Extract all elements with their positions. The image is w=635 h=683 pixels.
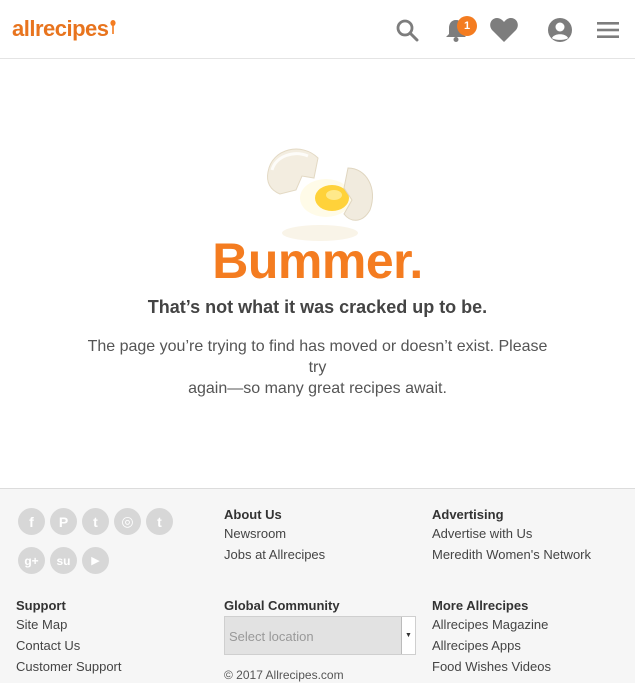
stumbleupon-icon[interactable]: su	[50, 547, 77, 574]
tumblr-icon[interactable]: t	[146, 508, 173, 535]
global-community-title: Global Community	[224, 598, 340, 613]
notifications-button[interactable]: 1	[441, 14, 477, 46]
account-button[interactable]	[545, 14, 575, 46]
pinterest-icon[interactable]: P	[50, 508, 77, 535]
about-us-title: About Us	[224, 507, 282, 522]
site-map-link[interactable]: Site Map	[16, 617, 67, 632]
error-headline: Bummer.	[212, 233, 423, 289]
dropdown-arrow-icon: ▼	[401, 617, 415, 654]
contact-us-link[interactable]: Contact Us	[16, 638, 80, 653]
user-avatar-icon	[548, 18, 572, 42]
logo-text: allrecipes	[12, 16, 109, 41]
twitter-icon[interactable]: t	[82, 508, 109, 535]
support-title: Support	[16, 598, 66, 613]
advertise-with-us-link[interactable]: Advertise with Us	[432, 526, 532, 541]
meredith-womens-network-link[interactable]: Meredith Women's Network	[432, 547, 591, 562]
error-message: The page you’re trying to find has moved…	[80, 336, 555, 399]
search-icon	[396, 19, 419, 42]
youtube-icon[interactable]: ▶	[82, 547, 109, 574]
heart-icon	[490, 18, 518, 42]
spoon-icon	[109, 20, 116, 34]
site-footer: f P t ◎ t g+ su ▶ About Us Newsroom Jobs…	[0, 488, 635, 683]
location-select[interactable]: Select location ▼	[224, 616, 416, 655]
food-wishes-videos-link[interactable]: Food Wishes Videos	[432, 659, 551, 674]
more-allrecipes-title: More Allrecipes	[432, 598, 529, 613]
notification-badge: 1	[457, 16, 477, 36]
jobs-link[interactable]: Jobs at Allrecipes	[224, 547, 325, 562]
google-plus-icon[interactable]: g+	[18, 547, 45, 574]
search-button[interactable]	[392, 14, 422, 46]
allrecipes-magazine-link[interactable]: Allrecipes Magazine	[432, 617, 548, 632]
allrecipes-logo[interactable]: allrecipes	[12, 16, 116, 42]
facebook-icon[interactable]: f	[18, 508, 45, 535]
copyright-text: © 2017 Allrecipes.com	[224, 668, 344, 682]
error-subhead: That’s not what it was cracked up to be.	[147, 297, 488, 317]
instagram-icon[interactable]: ◎	[114, 508, 141, 535]
allrecipes-apps-link[interactable]: Allrecipes Apps	[432, 638, 521, 653]
advertising-title: Advertising	[432, 507, 504, 522]
site-header: allrecipes 1	[0, 0, 635, 59]
error-message-line-1: The page you’re trying to find has moved…	[87, 338, 548, 376]
hamburger-menu-icon	[597, 22, 619, 38]
customer-support-link[interactable]: Customer Support	[16, 659, 122, 674]
menu-button[interactable]	[593, 14, 623, 46]
error-message-line-2: again—so many great recipes await.	[188, 380, 447, 397]
newsroom-link[interactable]: Newsroom	[224, 526, 286, 541]
location-select-placeholder: Select location	[229, 629, 314, 644]
favorites-button[interactable]	[489, 14, 519, 46]
